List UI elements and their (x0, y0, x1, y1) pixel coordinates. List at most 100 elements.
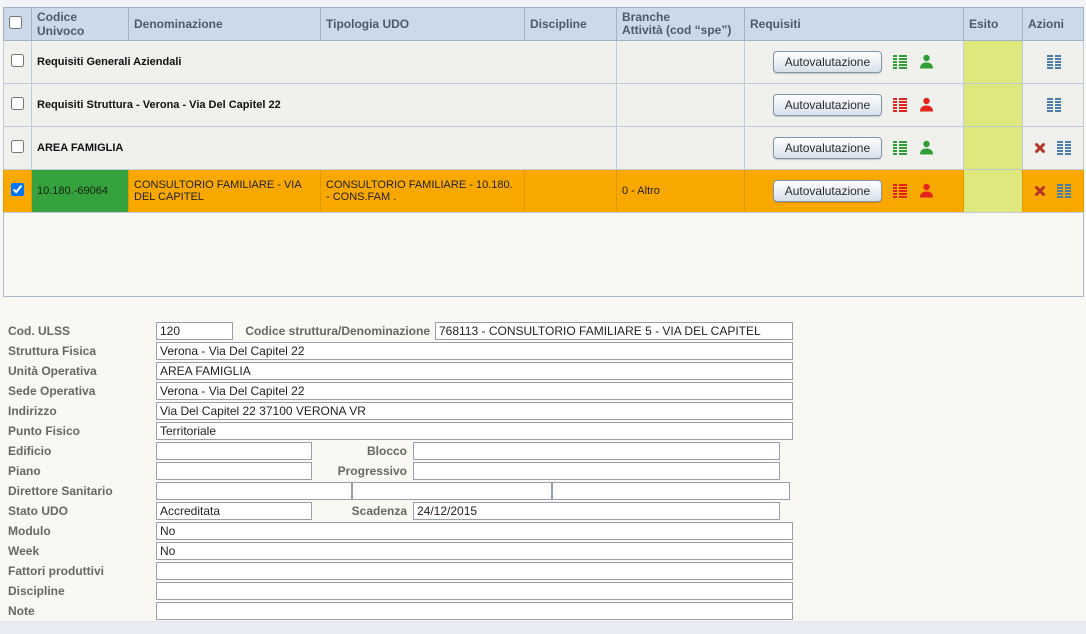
form-row-struttura-fisica: Struttura Fisica (0, 341, 1086, 361)
fattori-produttivi-field[interactable] (156, 562, 793, 580)
table-row-area-famiglia[interactable]: AREA FAMIGLIA Autovalutazione (4, 127, 1084, 170)
modulo-field[interactable] (156, 522, 793, 540)
delete-x-icon[interactable] (1034, 142, 1046, 154)
punto-fisico-field[interactable] (156, 422, 793, 440)
struttura-fisica-field[interactable] (156, 342, 793, 360)
direttore-sanitario-field-2[interactable] (352, 482, 552, 500)
select-all-checkbox[interactable] (9, 16, 22, 29)
delete-x-icon[interactable] (1034, 185, 1046, 197)
tipologia-udo: CONSULTORIO FAMILIARE - 10.180. - CONS.F… (326, 179, 513, 203)
azioni-cell (1023, 170, 1084, 213)
autovalutazione-button[interactable]: Autovalutazione (773, 51, 882, 73)
field-label: Indirizzo (0, 404, 156, 418)
table-row-requisiti-generali[interactable]: Requisiti Generali Aziendali Autovalutaz… (4, 41, 1084, 84)
group-title-cell: Requisiti Generali Aziendali (32, 41, 617, 84)
field-label: Blocco (312, 444, 407, 458)
field-label: Stato UDO (0, 504, 156, 518)
form-row-piano-progressivo: Piano Progressivo (0, 461, 1086, 481)
col-header-denominazione: Denominazione (129, 8, 321, 41)
col-header-discipline: Discipline (525, 8, 617, 41)
esito-cell (964, 84, 1023, 127)
form-row-modulo: Modulo (0, 521, 1086, 541)
tipologia-udo-cell: CONSULTORIO FAMILIARE - 10.180. - CONS.F… (321, 170, 525, 213)
person-icon[interactable] (918, 140, 935, 156)
form-row-edificio-blocco: Edificio Blocco (0, 441, 1086, 461)
row-checkbox-cell (4, 84, 32, 127)
autovalutazione-button[interactable]: Autovalutazione (773, 180, 882, 202)
field-label: Week (0, 544, 156, 558)
autovalutazione-button[interactable]: Autovalutazione (773, 137, 882, 159)
direttore-sanitario-field-3[interactable] (552, 482, 790, 500)
field-label: Piano (0, 464, 156, 478)
person-icon[interactable] (918, 97, 935, 113)
denominazione-cell: CONSULTORIO FAMILIARE - VIA DEL CAPITEL (129, 170, 321, 213)
direttore-sanitario-field-1[interactable] (156, 482, 352, 500)
codice-struttura-field[interactable] (435, 322, 793, 340)
discipline-field[interactable] (156, 582, 793, 600)
branche-cell (617, 84, 745, 127)
details-icon[interactable] (1045, 97, 1062, 113)
requisiti-cell: Autovalutazione (745, 84, 964, 127)
table-row-udo-selected[interactable]: 10.180.-69064 CONSULTORIO FAMILIARE - VI… (4, 170, 1084, 213)
row-checkbox[interactable] (11, 183, 24, 196)
field-label: Sede Operativa (0, 384, 156, 398)
person-icon[interactable] (918, 54, 935, 70)
col-header-esito: Esito (964, 8, 1023, 41)
cod-ulss-field[interactable] (156, 322, 233, 340)
form-row-week: Week (0, 541, 1086, 561)
col-header-requisiti: Requisiti (745, 8, 964, 41)
select-all-header-cell (4, 8, 32, 41)
row-checkbox[interactable] (11, 140, 24, 153)
checklist-icon[interactable] (892, 183, 908, 199)
stato-udo-field[interactable] (156, 502, 312, 520)
scadenza-field[interactable] (413, 502, 780, 520)
field-label: Note (0, 604, 156, 618)
field-label: Unità Operativa (0, 364, 156, 378)
autovalutazione-button[interactable]: Autovalutazione (773, 94, 882, 116)
checklist-icon[interactable] (892, 140, 908, 156)
checklist-icon[interactable] (892, 54, 908, 70)
field-label: Edificio (0, 444, 156, 458)
bottom-strip (0, 621, 1086, 634)
esito-cell (964, 41, 1023, 84)
progressivo-field[interactable] (413, 462, 780, 480)
col-header-branche-attivita: Branche Attività (cod “spe”) (617, 8, 745, 41)
form-row-discipline: Discipline (0, 581, 1086, 601)
sede-operativa-field[interactable] (156, 382, 793, 400)
week-field[interactable] (156, 542, 793, 560)
form-row-direttore-sanitario: Direttore Sanitario (0, 481, 1086, 501)
group-title: Requisiti Generali Aziendali (37, 56, 181, 68)
branche-cell: 0 - Altro (617, 170, 745, 213)
piano-field[interactable] (156, 462, 312, 480)
esito-cell (964, 170, 1023, 213)
col-header-tipologia-udo: Tipologia UDO (321, 8, 525, 41)
form-row-indirizzo: Indirizzo (0, 401, 1086, 421)
form-row-unita-operativa: Unità Operativa (0, 361, 1086, 381)
row-checkbox[interactable] (11, 54, 24, 67)
indirizzo-field[interactable] (156, 402, 793, 420)
note-field[interactable] (156, 602, 793, 620)
group-title: Requisiti Struttura - Verona - Via Del C… (37, 99, 281, 111)
blocco-field[interactable] (413, 442, 780, 460)
codice-univoco-cell: 10.180.-69064 (32, 170, 129, 213)
table-row-requisiti-struttura[interactable]: Requisiti Struttura - Verona - Via Del C… (4, 84, 1084, 127)
unita-operativa-field[interactable] (156, 362, 793, 380)
checklist-icon[interactable] (892, 97, 908, 113)
details-icon[interactable] (1045, 54, 1062, 70)
top-strip (0, 0, 1086, 7)
form-row-note: Note (0, 601, 1086, 621)
row-checkbox-cell (4, 170, 32, 213)
denominazione: CONSULTORIO FAMILIARE - VIA DEL CAPITEL (134, 179, 301, 203)
group-title-cell: Requisiti Struttura - Verona - Via Del C… (32, 84, 617, 127)
details-icon[interactable] (1055, 140, 1072, 156)
details-icon[interactable] (1055, 183, 1072, 199)
requisiti-cell: Autovalutazione (745, 127, 964, 170)
person-icon[interactable] (918, 183, 935, 199)
row-checkbox-cell (4, 127, 32, 170)
row-checkbox-cell (4, 41, 32, 84)
row-checkbox[interactable] (11, 97, 24, 110)
azioni-cell (1023, 127, 1084, 170)
field-label: Codice struttura/Denominazione (233, 324, 430, 338)
edificio-field[interactable] (156, 442, 312, 460)
form-row-sede-operativa: Sede Operativa (0, 381, 1086, 401)
